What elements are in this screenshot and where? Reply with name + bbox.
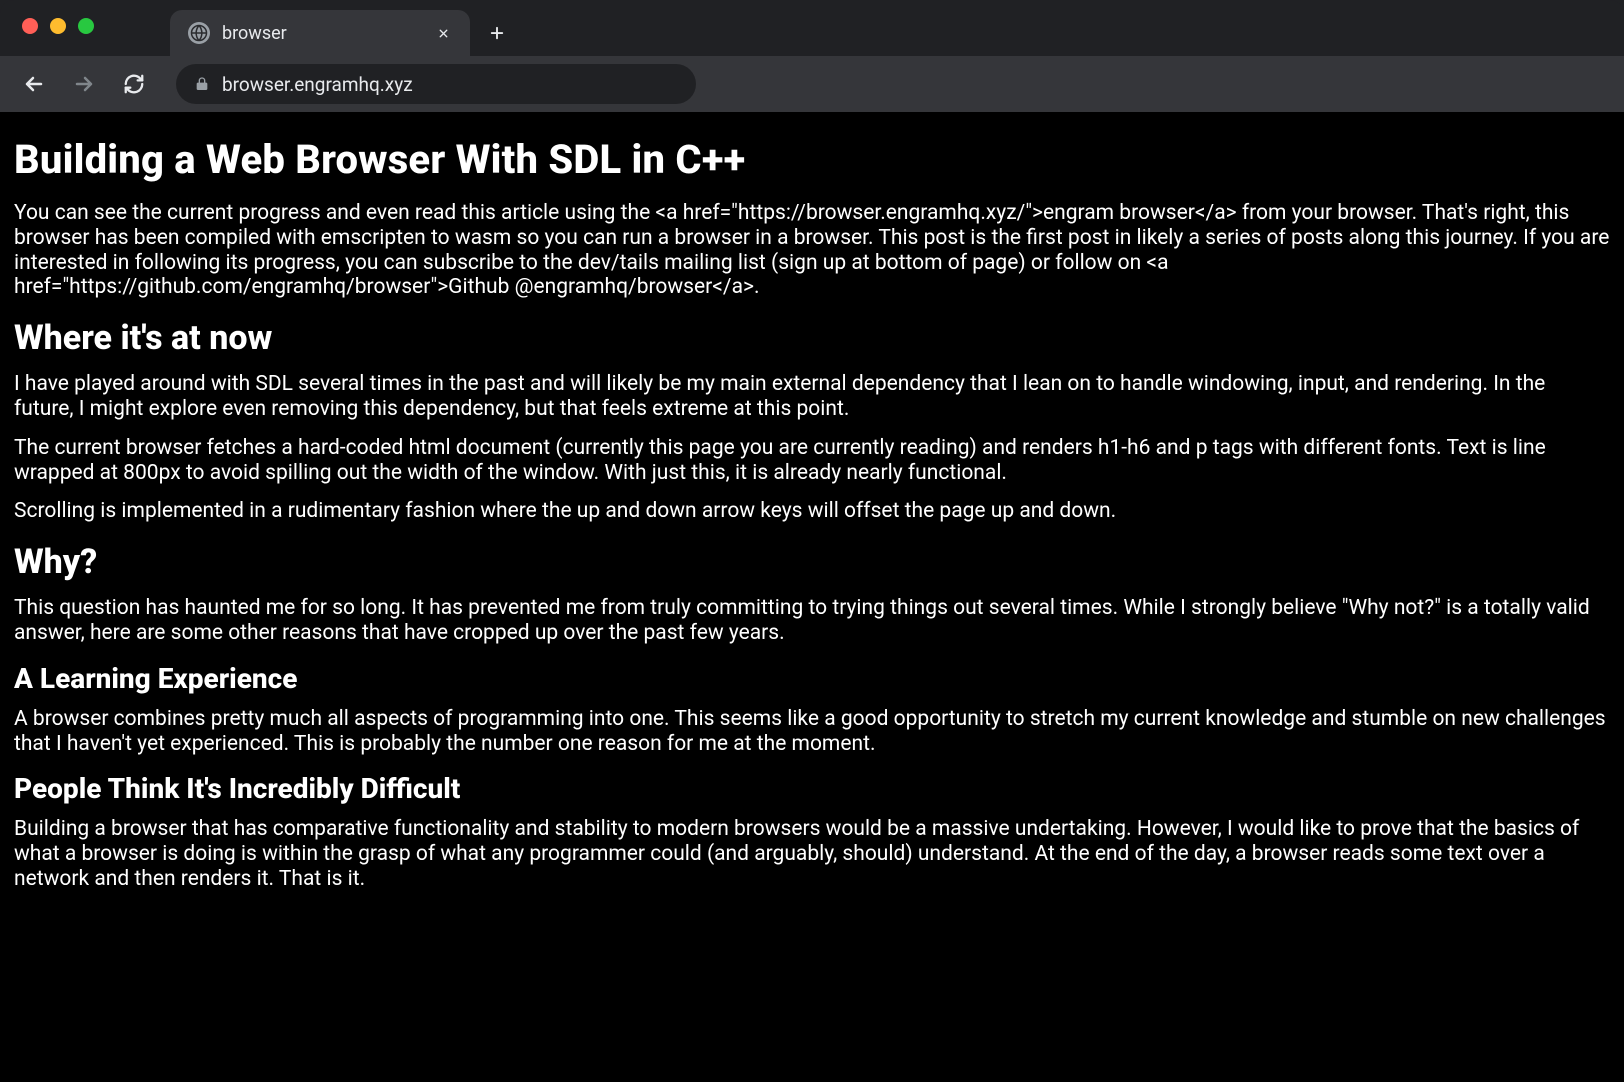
reload-icon: [123, 73, 145, 95]
section-heading: Where it's at now: [14, 318, 1610, 358]
tab-title: browser: [222, 23, 420, 44]
close-icon: [437, 27, 450, 40]
window-minimize-button[interactable]: [50, 18, 66, 34]
paragraph: Scrolling is implemented in a rudimentar…: [14, 499, 1610, 524]
paragraph: You can see the current progress and eve…: [14, 201, 1610, 300]
back-button[interactable]: [14, 64, 54, 104]
viewport: Building a Web Browser With SDL in C++ Y…: [0, 112, 1624, 1082]
window-maximize-button[interactable]: [78, 18, 94, 34]
paragraph: I have played around with SDL several ti…: [14, 372, 1610, 422]
arrow-right-icon: [72, 72, 96, 96]
forward-button[interactable]: [64, 64, 104, 104]
paragraph: Building a browser that has comparative …: [14, 817, 1610, 891]
paragraph: The current browser fetches a hard-coded…: [14, 436, 1610, 486]
subsection-heading: A Learning Experience: [14, 662, 1610, 695]
plus-icon: [488, 24, 506, 42]
window-close-button[interactable]: [22, 18, 38, 34]
address-url: browser.engramhq.xyz: [222, 73, 413, 96]
browser-window: browser: [0, 0, 1624, 1082]
close-tab-button[interactable]: [432, 22, 454, 44]
browser-tab[interactable]: browser: [170, 10, 470, 56]
new-tab-button[interactable]: [478, 14, 516, 52]
page-content: Building a Web Browser With SDL in C++ Y…: [0, 112, 1624, 946]
paragraph: This question has haunted me for so long…: [14, 596, 1610, 646]
address-bar[interactable]: browser.engramhq.xyz: [176, 64, 696, 104]
subsection-heading: People Think It's Incredibly Difficult: [14, 772, 1610, 805]
section-heading: Why?: [14, 542, 1610, 582]
paragraph: A browser combines pretty much all aspec…: [14, 707, 1610, 757]
reload-button[interactable]: [114, 64, 154, 104]
titlebar: browser: [0, 0, 1624, 56]
lock-icon: [194, 76, 210, 92]
window-controls: [22, 18, 94, 34]
globe-icon: [188, 22, 210, 44]
toolbar: browser.engramhq.xyz: [0, 56, 1624, 112]
arrow-left-icon: [22, 72, 46, 96]
page-title: Building a Web Browser With SDL in C++: [14, 136, 1610, 183]
